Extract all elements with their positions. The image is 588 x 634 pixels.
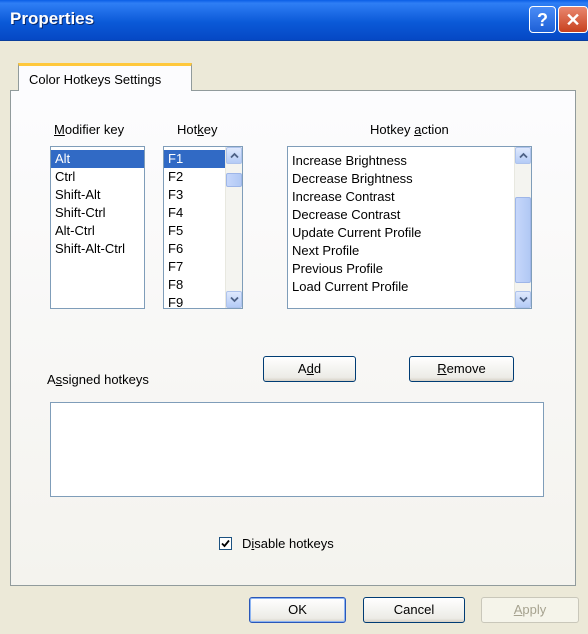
close-icon: ✕ — [565, 10, 581, 30]
chevron-down-icon — [519, 296, 528, 303]
list-item[interactable]: F6 — [164, 240, 226, 258]
hotkey-list[interactable]: F1 F2 F3 F4 F5 F6 F7 F8 F9 — [163, 146, 243, 309]
chevron-up-icon — [519, 152, 528, 159]
list-item[interactable]: F9 — [164, 294, 226, 308]
scroll-down-button[interactable] — [226, 291, 242, 308]
chevron-up-icon — [230, 152, 239, 159]
help-icon: ? — [537, 10, 548, 30]
list-item[interactable]: Update Current Profile — [288, 224, 515, 242]
list-item[interactable]: Increase Contrast — [288, 188, 515, 206]
title-bar[interactable]: Properties ? ✕ — [0, 0, 588, 41]
list-item[interactable]: F4 — [164, 204, 226, 222]
list-item[interactable]: Load Current Profile — [288, 278, 515, 296]
list-item[interactable]: Next Profile — [288, 242, 515, 260]
list-item[interactable]: F3 — [164, 186, 226, 204]
list-item[interactable]: Alt-Ctrl — [51, 222, 144, 240]
disable-hotkeys-checkbox[interactable] — [219, 537, 232, 550]
remove-button[interactable]: Remove — [409, 356, 514, 382]
scroll-up-button[interactable] — [226, 147, 242, 164]
disable-hotkeys-label[interactable]: Disable hotkeys — [242, 536, 334, 551]
list-item[interactable]: F8 — [164, 276, 226, 294]
scroll-down-button[interactable] — [515, 291, 531, 308]
hotkey-action-label: Hotkey action — [370, 122, 449, 137]
window-title: Properties — [10, 9, 95, 28]
scroll-thumb[interactable] — [515, 197, 531, 283]
list-item[interactable]: Alt — [51, 150, 144, 168]
tab-label: Color Hotkeys Settings — [29, 72, 162, 87]
checkmark-icon — [221, 539, 230, 548]
apply-button: Apply — [481, 597, 579, 623]
ok-button[interactable]: OK — [249, 597, 346, 623]
list-item[interactable]: Previous Profile — [288, 260, 515, 278]
list-item[interactable]: Decrease Brightness — [288, 170, 515, 188]
modifier-key-label: Modifier key — [54, 122, 125, 137]
hotkey-label: Hotkey — [177, 122, 218, 137]
add-button[interactable]: Add — [263, 356, 356, 382]
scroll-thumb[interactable] — [226, 173, 242, 187]
list-item[interactable]: Decrease Contrast — [288, 206, 515, 224]
list-item[interactable]: Ctrl — [51, 168, 144, 186]
cancel-button[interactable]: Cancel — [363, 597, 465, 623]
hotkey-action-list[interactable]: Increase Brightness Decrease Brightness … — [287, 146, 532, 309]
help-button[interactable]: ? — [529, 6, 556, 33]
list-item[interactable]: Shift-Ctrl — [51, 204, 144, 222]
close-button[interactable]: ✕ — [558, 6, 588, 33]
list-item[interactable]: Shift-Alt — [51, 186, 144, 204]
list-item[interactable]: F1 — [164, 150, 226, 168]
list-item[interactable]: F7 — [164, 258, 226, 276]
list-item[interactable]: Increase Brightness — [288, 152, 515, 170]
action-scrollbar[interactable] — [514, 147, 531, 308]
tab-color-hotkeys-settings[interactable]: Color Hotkeys Settings — [18, 63, 192, 91]
list-item[interactable]: F5 — [164, 222, 226, 240]
list-item[interactable]: F2 — [164, 168, 226, 186]
modifier-key-list[interactable]: Alt Ctrl Shift-Alt Shift-Ctrl Alt-Ctrl S… — [50, 146, 145, 309]
assigned-hotkeys-list[interactable] — [50, 402, 544, 497]
assigned-hotkeys-label: Assigned hotkeys — [47, 372, 149, 387]
scroll-up-button[interactable] — [515, 147, 531, 164]
chevron-down-icon — [230, 296, 239, 303]
hotkey-scrollbar[interactable] — [225, 147, 242, 308]
list-item[interactable]: Shift-Alt-Ctrl — [51, 240, 144, 258]
